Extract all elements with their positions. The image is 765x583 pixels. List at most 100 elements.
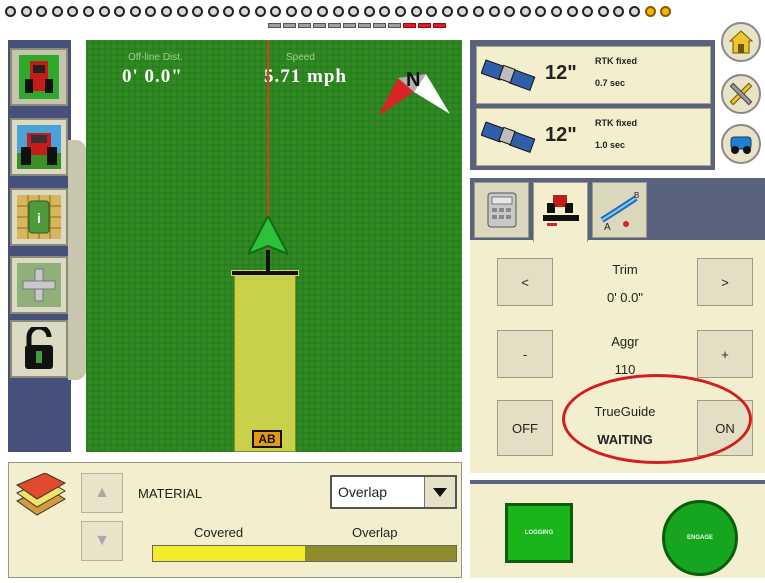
logging-button[interactable]: LOGGING <box>505 503 573 563</box>
speed-value: 5.71 mph <box>264 66 347 87</box>
status-led <box>270 6 282 17</box>
field-grid-icon: i <box>17 195 61 239</box>
material-select-value: Overlap <box>338 484 388 500</box>
status-led <box>239 6 250 17</box>
status-led <box>145 6 157 17</box>
svg-text:B: B <box>634 191 639 200</box>
status-led <box>582 6 594 17</box>
satellite-icon <box>481 121 536 153</box>
gps-mode-1: RTK fixed <box>595 56 638 66</box>
calculator-icon <box>487 192 516 228</box>
scroll-down-button[interactable]: ▼ <box>81 521 123 561</box>
gps-age-2: 1.0 sec <box>595 140 626 150</box>
svg-text:i: i <box>37 210 41 226</box>
vehicle-icon <box>730 136 752 154</box>
status-led <box>426 6 438 17</box>
status-led <box>223 6 235 17</box>
status-led <box>51 6 63 17</box>
status-led <box>488 6 500 17</box>
status-led <box>535 6 547 17</box>
tab-ab-line[interactable]: A B <box>592 182 647 238</box>
status-led <box>301 6 313 17</box>
vehicle-view-button[interactable] <box>10 48 68 106</box>
vehicle-arrow-icon <box>248 216 288 272</box>
tab-steering[interactable] <box>533 182 588 242</box>
status-led <box>597 6 609 17</box>
status-led <box>566 6 578 17</box>
zoom-button[interactable] <box>10 256 68 314</box>
gps-age-1: 0.7 sec <box>595 78 626 88</box>
status-led-bar <box>0 6 765 22</box>
vehicle-settings-button[interactable] <box>721 124 761 164</box>
coverage-progress-fill <box>153 546 305 561</box>
vehicle-rear-button[interactable] <box>10 118 68 176</box>
ab-line-icon: A B <box>599 191 639 230</box>
status-led <box>254 6 266 17</box>
status-led <box>83 6 94 17</box>
settings-button[interactable] <box>721 74 761 114</box>
status-led <box>395 6 406 17</box>
status-led <box>332 6 344 17</box>
aggressiveness-label: Aggr <box>611 334 639 349</box>
status-led <box>161 6 172 17</box>
status-led <box>317 6 328 17</box>
signal-segment <box>343 23 356 28</box>
signal-segment <box>373 23 386 28</box>
signal-segment <box>388 23 401 28</box>
trim-left-button[interactable]: < <box>497 258 553 306</box>
gps-accuracy-1: 12" <box>545 62 577 84</box>
status-led <box>176 6 188 17</box>
aggressiveness-decrease-button[interactable]: - <box>497 330 553 378</box>
satellite-icon <box>481 59 536 91</box>
signal-segment <box>328 23 341 28</box>
coverage-layers-icon[interactable] <box>15 473 67 521</box>
material-select[interactable]: Overlap <box>330 475 457 509</box>
gps-status-row-2[interactable]: 12" RTK fixed 1.0 sec <box>476 108 711 166</box>
panel-tab-edge <box>68 140 86 380</box>
zoom-plus-icon <box>17 263 61 307</box>
unlock-icon <box>25 327 53 369</box>
status-led <box>363 6 375 17</box>
status-led <box>36 6 48 17</box>
scroll-up-button[interactable]: ▲ <box>81 473 123 513</box>
engage-button[interactable]: ENGAGE <box>662 500 738 576</box>
status-led <box>473 6 484 17</box>
steering-tractor-icon <box>542 194 579 226</box>
signal-segment <box>283 23 296 28</box>
tab-calculator[interactable] <box>474 182 529 238</box>
tractor-top-icon <box>19 55 59 99</box>
status-led <box>285 6 297 17</box>
guidance-map[interactable]: Off-line Dist. 0' 0.0" Speed 5.71 mph N … <box>86 40 462 452</box>
signal-segment <box>298 23 311 28</box>
status-led <box>20 6 32 17</box>
coverage-strip <box>234 274 296 452</box>
signal-segment <box>433 23 446 28</box>
lock-button[interactable] <box>10 320 68 378</box>
coverage-progress-bar <box>152 545 457 562</box>
coverage-panel: ▲ ▼ MATERIAL Overlap Covered Overlap <box>8 462 462 578</box>
trueguide-off-button[interactable]: OFF <box>497 400 553 456</box>
home-button[interactable] <box>721 22 761 62</box>
status-led <box>98 6 110 17</box>
status-led <box>551 6 562 17</box>
speed-label: Speed <box>286 52 315 63</box>
ab-line-marker[interactable]: AB <box>252 430 282 448</box>
offline-distance-label: Off-line Dist. <box>128 52 183 63</box>
status-led <box>5 6 16 17</box>
display-frame: i Off-line Dist. 0' 0.0" Speed 5.71 mph … <box>0 0 765 583</box>
compass-icon: N <box>378 69 450 116</box>
status-led <box>114 6 126 17</box>
aggressiveness-increase-button[interactable]: + <box>697 330 753 378</box>
home-icon <box>729 30 753 54</box>
status-led <box>441 6 453 17</box>
status-led <box>379 6 391 17</box>
status-led <box>629 6 640 17</box>
status-led <box>348 6 360 17</box>
gps-status-row-1[interactable]: 12" RTK fixed 0.7 sec <box>476 46 711 104</box>
covered-label: Covered <box>194 525 244 540</box>
status-led <box>207 6 219 17</box>
trim-right-button[interactable]: > <box>697 258 753 306</box>
status-led <box>410 6 422 17</box>
field-info-button[interactable]: i <box>10 188 68 246</box>
overlap-label: Overlap <box>352 525 398 540</box>
